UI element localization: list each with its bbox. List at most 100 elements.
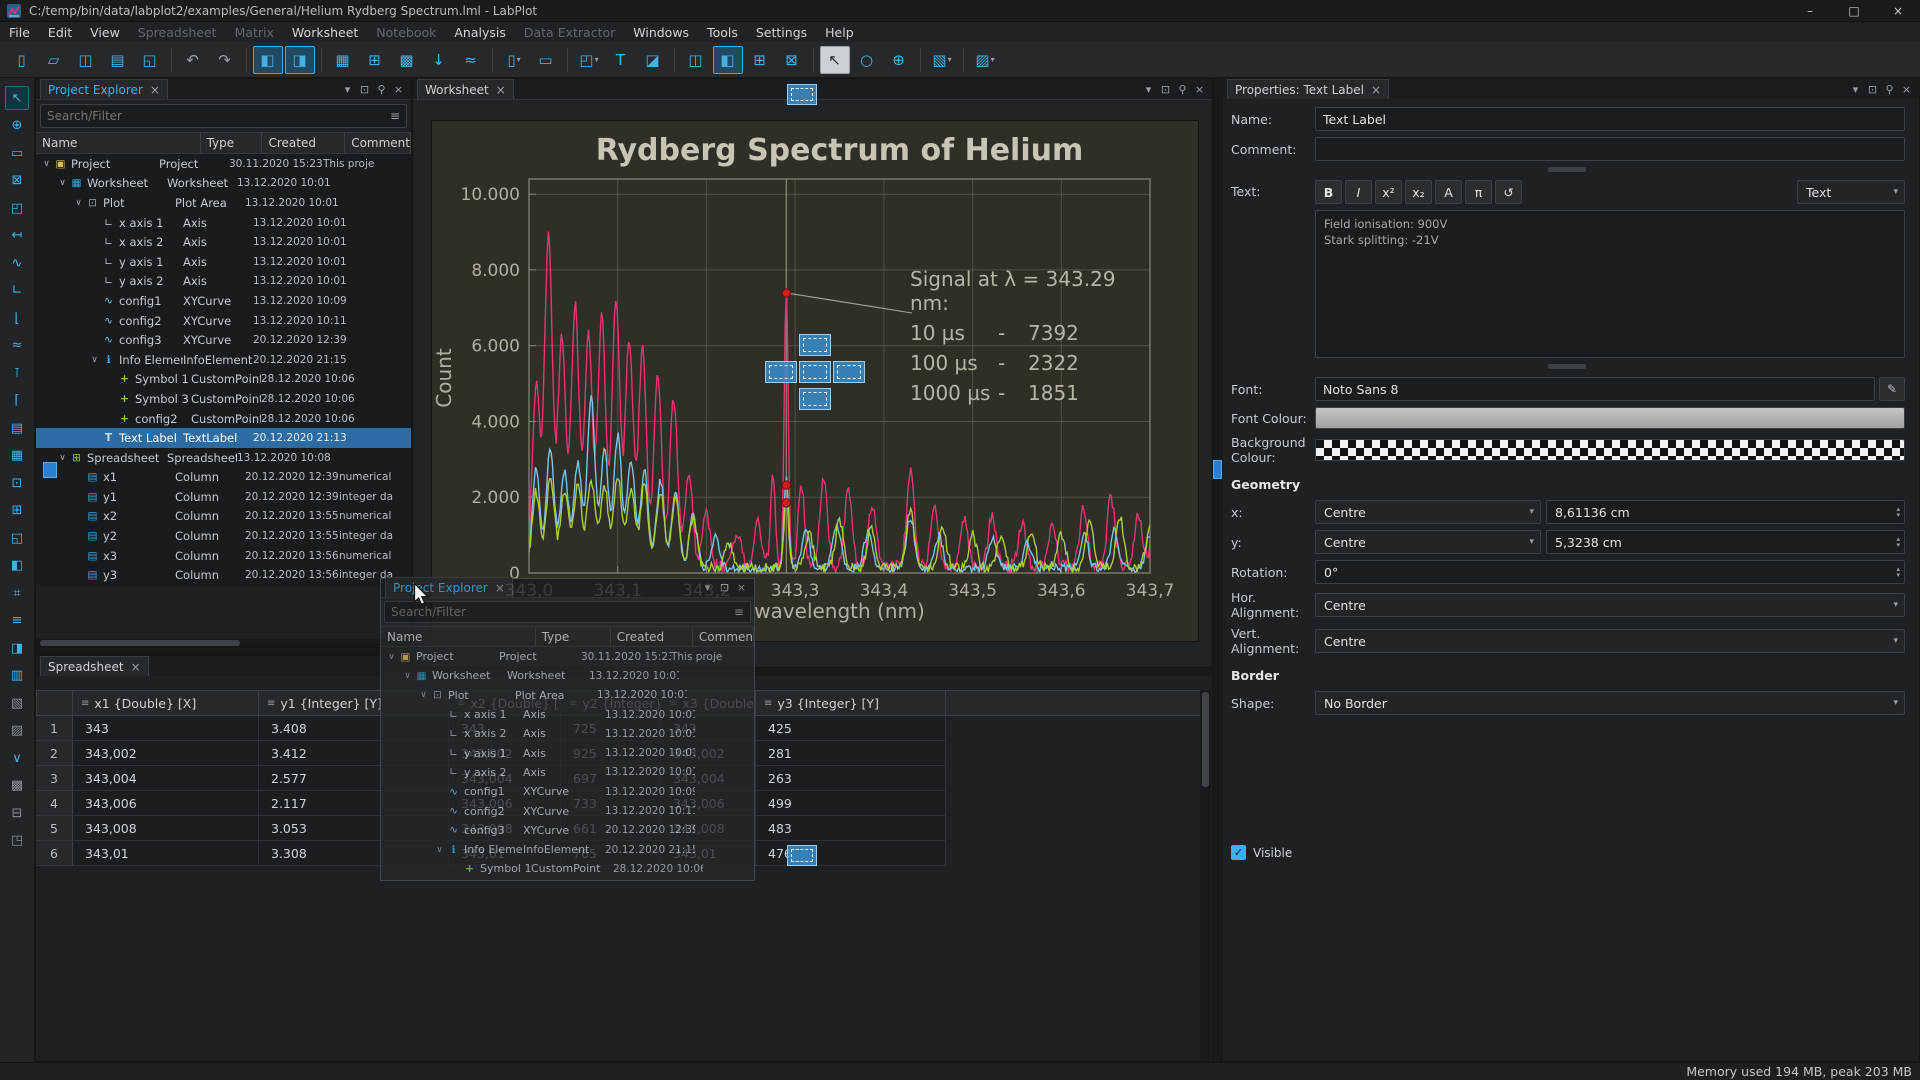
tab-close-icon[interactable]: ×	[496, 83, 506, 97]
separator[interactable]	[920, 48, 921, 72]
y-position-combo[interactable]: Centre▾	[1315, 530, 1541, 554]
grid-tool[interactable]: ⊞	[5, 499, 29, 523]
rows-tool[interactable]: ▤	[5, 416, 29, 440]
tree-row[interactable]: ∨ ⊞ Spreadsheet Spreadsheet 13.12.2020 1…	[36, 448, 411, 468]
column-header-comment[interactable]: Comment	[345, 133, 411, 153]
corner-tool[interactable]: ◱	[5, 526, 29, 550]
new-project-button[interactable]: ▯	[7, 46, 37, 74]
tab-properties[interactable]: Properties: Text Label ×	[1227, 79, 1389, 99]
visible-checkbox[interactable]: ✓	[1231, 845, 1246, 860]
text-mode-combo[interactable]: Text ▾	[1797, 180, 1905, 204]
Help[interactable]: Help	[816, 25, 863, 40]
font-picker-button[interactable]: ✎	[1879, 377, 1905, 401]
dock-pin-icon[interactable]: ⚲	[1881, 83, 1898, 96]
dock-pin-icon[interactable]: ⚲	[1174, 83, 1191, 96]
expander-icon[interactable]: ∨	[56, 453, 69, 463]
row-number[interactable]: 1	[36, 716, 73, 741]
datetime-button[interactable]: ↺	[1495, 180, 1522, 204]
y-position-spinbox[interactable]: 5,3238 cm▴▾	[1546, 530, 1905, 554]
cells-tool[interactable]: ▥	[5, 664, 29, 688]
column-menu-icon[interactable]: ≡	[81, 698, 89, 709]
search-input[interactable]	[391, 605, 734, 619]
add-image-button[interactable]: ◪	[638, 46, 668, 74]
separator[interactable]	[963, 48, 964, 72]
crosshair-tool-button[interactable]: ○	[852, 46, 882, 74]
expander-icon[interactable]: ∨	[56, 178, 69, 188]
cascade-windows-button[interactable]: ◨	[285, 46, 315, 74]
background-colour-swatch[interactable]	[1315, 439, 1905, 461]
box-tool[interactable]: ⊟	[5, 801, 29, 825]
row-number[interactable]: 3	[36, 766, 73, 791]
select-tool-button[interactable]: ↖	[820, 46, 850, 74]
separator[interactable]	[674, 48, 675, 72]
close-button[interactable]: ×	[1876, 0, 1920, 22]
tree-row[interactable]: ∟ x axis 2 Axis 13.12.2020 10:01	[36, 232, 411, 252]
dock-menu-icon[interactable]: ▾	[1140, 83, 1157, 96]
cell[interactable]: 476	[756, 841, 946, 866]
smooth-tool[interactable]: ≈	[5, 334, 29, 358]
new-notebook-button[interactable]: ▭	[531, 46, 561, 74]
ghost-tab-project-explorer[interactable]: Project Explorer ×	[385, 577, 513, 597]
frame-tool[interactable]: ◳	[5, 829, 29, 853]
info-element-label[interactable]: Signal at λ = 343.29 nm: 10 µs - 7392 10…	[910, 267, 1160, 405]
scrollbar-thumb[interactable]	[1202, 692, 1209, 787]
row-number[interactable]: 6	[36, 841, 73, 866]
dock-close-icon[interactable]: ×	[1191, 83, 1208, 96]
tree-row[interactable]: ▤ y1 Column 20.12.2020 12:39 integer da	[36, 487, 411, 507]
maximize-button[interactable]: □	[1832, 0, 1876, 22]
x-position-combo[interactable]: Centre▾	[1315, 500, 1541, 524]
Data Extractor[interactable]: Data Extractor	[515, 25, 624, 40]
select-region-combo[interactable]: ▧▾	[927, 46, 957, 74]
dock-menu-icon[interactable]: ▾	[339, 83, 356, 96]
worksheet-tool[interactable]: ▦	[5, 444, 29, 468]
expander-icon[interactable]: ∨	[40, 159, 53, 169]
half-left-tool[interactable]: ◧	[5, 554, 29, 578]
column-header[interactable]: ≡y3 {Integer} [Y]	[756, 690, 946, 716]
dock-menu-icon[interactable]: ▾	[699, 581, 716, 594]
View[interactable]: View	[81, 25, 129, 40]
tree-row[interactable]: ∨ ⊡ Plot Plot Area 13.12.2020 10:01	[36, 193, 411, 213]
dock-close-icon[interactable]: ×	[390, 83, 407, 96]
dock-float-icon[interactable]: ⊡	[1864, 83, 1881, 96]
export-button[interactable]: ▯▾	[499, 46, 529, 74]
add-plot-button[interactable]: ◰▾	[574, 46, 604, 74]
separator[interactable]	[813, 48, 814, 72]
row-number[interactable]: 5	[36, 816, 73, 841]
new-spreadsheet-button[interactable]: ⊞	[360, 46, 390, 74]
scrollbar-thumb[interactable]	[40, 640, 240, 646]
File[interactable]: File	[0, 25, 39, 40]
more-tools-chevron[interactable]: ∨	[5, 746, 29, 770]
tree-row[interactable]: ∿ config1 XYCurve 13.12.2020 10:09	[36, 291, 411, 311]
cell[interactable]: 281	[756, 741, 946, 766]
pattern-tool[interactable]: ▨	[5, 719, 29, 743]
tree-row[interactable]: + Symbol 1 CustomPoint 28.12.2020 10:06	[36, 370, 411, 390]
layout-break-button[interactable]: ⊠	[777, 46, 807, 74]
tab-close-icon[interactable]: ×	[1371, 83, 1381, 97]
dense-tool[interactable]: ▩	[5, 774, 29, 798]
layout-vertical-button[interactable]: ◫	[681, 46, 711, 74]
Windows[interactable]: Windows	[624, 25, 698, 40]
column-header[interactable]: ≡x1 {Double} [X]	[73, 690, 259, 716]
section-splitter[interactable]	[1548, 167, 1586, 172]
column-header-name[interactable]: Name	[36, 133, 201, 153]
zoom-tool-button[interactable]: ⊕	[884, 46, 914, 74]
superscript-button[interactable]: x²	[1375, 180, 1402, 204]
cell[interactable]: 343,006	[73, 791, 259, 816]
hor-alignment-combo[interactable]: Centre▾	[1315, 593, 1905, 617]
Analysis[interactable]: Analysis	[445, 25, 515, 40]
floor-tool[interactable]: ⌊	[5, 306, 29, 330]
dock-float-icon[interactable]: ⊡	[716, 581, 733, 594]
tree-row[interactable]: + config2 CustomPoint 28.12.2020 10:06	[36, 409, 411, 429]
save-project-button[interactable]: ◫	[71, 46, 101, 74]
tree-row[interactable]: ▤ y3 Column 20.12.2020 13:56 integer da	[36, 565, 411, 585]
axis-tool[interactable]: ∟	[5, 279, 29, 303]
cell[interactable]: 425	[756, 716, 946, 741]
ghost-search-filter-box[interactable]: ≡	[384, 601, 751, 623]
dock-drag-handle[interactable]	[43, 462, 57, 478]
tree-row[interactable]: + Symbol 3 CustomPoint 28.12.2020 10:06	[36, 389, 411, 409]
separator[interactable]	[321, 48, 322, 72]
tree-row[interactable]: ▤ x3 Column 20.12.2020 13:56 numerical	[36, 546, 411, 566]
column-header-type[interactable]: Type	[201, 133, 263, 153]
data-extractor-button[interactable]: ≈	[456, 46, 486, 74]
Edit[interactable]: Edit	[39, 25, 81, 40]
